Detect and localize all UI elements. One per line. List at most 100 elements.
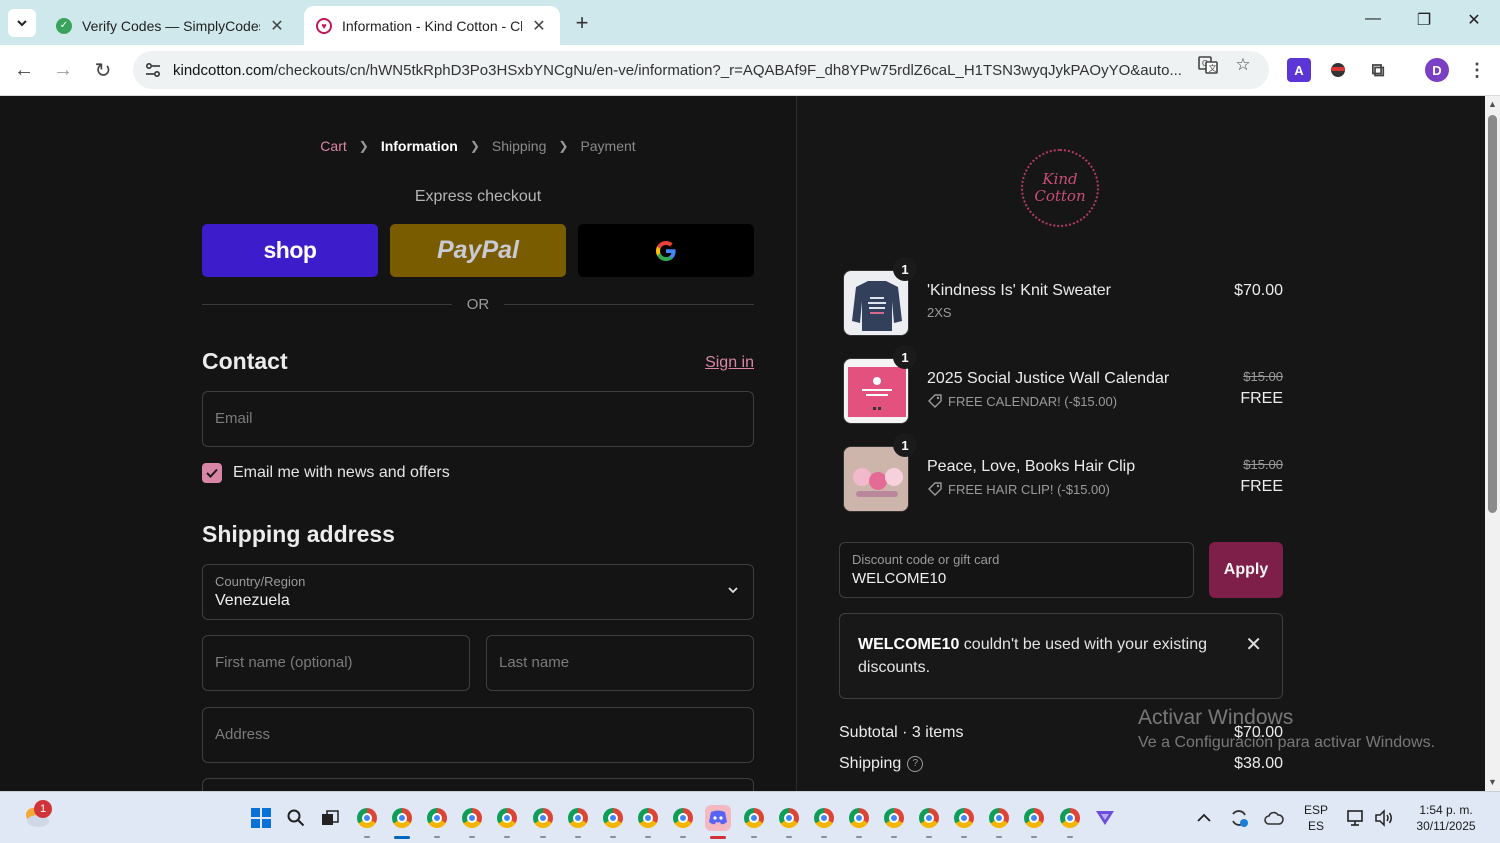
country-select[interactable]: Country/Region Venezuela <box>202 564 754 620</box>
task-view-icon[interactable] <box>317 805 343 831</box>
chrome-taskbar-icon[interactable] <box>741 805 767 831</box>
extension-mask-icon[interactable] <box>1326 58 1350 82</box>
minimize-icon[interactable]: — <box>1358 10 1388 28</box>
help-icon[interactable]: ? <box>907 755 924 772</box>
item-price: FREE <box>1240 390 1283 407</box>
address-bar[interactable]: kindcotton.com/checkouts/cn/hWN5tkRphD3P… <box>133 51 1269 89</box>
profile-avatar[interactable]: D <box>1425 58 1449 82</box>
scroll-down-arrow-icon[interactable]: ▼ <box>1488 777 1497 787</box>
chrome-taskbar-icon[interactable] <box>811 805 837 831</box>
tab-simplycodes[interactable]: ✓ Verify Codes — SimplyCodes ✕ <box>44 6 298 45</box>
kind-cotton-logo[interactable]: Kind Cotton <box>1021 149 1099 227</box>
chrome-taskbar-icon[interactable] <box>1021 805 1047 831</box>
network-icon[interactable] <box>1343 805 1369 831</box>
chrome-taskbar-icon[interactable] <box>459 805 485 831</box>
restore-icon[interactable]: ❐ <box>1409 10 1439 30</box>
running-indicator <box>434 836 440 838</box>
page-scrollbar[interactable]: ▲ ▼ <box>1485 96 1500 791</box>
close-window-icon[interactable]: ✕ <box>1459 10 1489 30</box>
newsletter-checkbox-row[interactable]: Email me with news and offers <box>202 463 450 483</box>
chrome-taskbar-icon[interactable] <box>424 805 450 831</box>
last-name-field[interactable]: Last name <box>486 635 754 691</box>
chrome-taskbar-icon[interactable] <box>600 805 626 831</box>
onedrive-cloud-icon[interactable] <box>1261 805 1287 831</box>
chrome-taskbar-icon[interactable] <box>846 805 872 831</box>
breadcrumb-cart[interactable]: Cart <box>320 138 346 154</box>
country-value: Venezuela <box>215 592 290 609</box>
scroll-up-arrow-icon[interactable]: ▲ <box>1488 99 1497 109</box>
email-field[interactable]: Email <box>202 391 754 447</box>
scrollbar-thumb[interactable] <box>1488 115 1497 513</box>
chrome-taskbar-icon[interactable] <box>916 805 942 831</box>
running-indicator <box>821 836 827 838</box>
or-label: OR <box>466 296 490 313</box>
apartment-field[interactable] <box>202 778 754 791</box>
item-name: 2025 Social Justice Wall Calendar <box>927 370 1170 387</box>
translate-icon[interactable]: G文 <box>1197 54 1219 76</box>
reload-icon[interactable]: ↻ <box>90 57 116 83</box>
chrome-taskbar-icon[interactable] <box>776 805 802 831</box>
discount-error-alert: WELCOME10 couldn't be used with your exi… <box>839 613 1283 699</box>
chrome-taskbar-icon[interactable] <box>881 805 907 831</box>
search-icon[interactable] <box>283 805 309 831</box>
apply-discount-button[interactable]: Apply <box>1209 542 1283 598</box>
language-indicator[interactable]: ESP ES <box>1300 802 1332 834</box>
chrome-taskbar-icon[interactable] <box>951 805 977 831</box>
divider-line <box>202 304 452 305</box>
sync-icon[interactable] <box>1226 805 1252 831</box>
chevron-right-icon: ❯ <box>558 139 569 153</box>
item-name: 'Kindness Is' Knit Sweater <box>927 282 1111 299</box>
tag-icon <box>928 482 942 496</box>
chrome-taskbar-icon[interactable] <box>530 805 556 831</box>
running-indicator <box>1067 836 1073 838</box>
paypal-button[interactable]: PayPal <box>390 224 566 277</box>
url-host: kindcotton.com <box>173 61 274 79</box>
close-tab-icon[interactable]: ✕ <box>268 16 286 36</box>
chrome-taskbar-icon[interactable] <box>670 805 696 831</box>
running-indicator <box>1031 836 1037 838</box>
chrome-taskbar-icon[interactable] <box>1057 805 1083 831</box>
vpn-taskbar-icon[interactable] <box>1092 805 1118 831</box>
subtotal-label: Subtotal · 3 items <box>839 724 964 741</box>
site-settings-icon[interactable] <box>143 60 163 80</box>
chrome-taskbar-icon[interactable] <box>565 805 591 831</box>
close-icon[interactable]: ✕ <box>1245 632 1262 657</box>
extensions-puzzle-icon[interactable]: ⧉ <box>1366 58 1390 82</box>
browser-menu-icon[interactable]: ⋮ <box>1465 58 1489 82</box>
breadcrumb: Cart ❯ Information ❯ Shipping ❯ Payment <box>202 138 754 154</box>
new-tab-icon[interactable]: + <box>570 10 594 36</box>
clock[interactable]: 1:54 p. m. 30/11/2025 <box>1405 802 1487 834</box>
chrome-taskbar-icon[interactable] <box>635 805 661 831</box>
address-field[interactable]: Address <box>202 707 754 763</box>
checkmark-icon <box>206 468 218 478</box>
bookmark-star-icon[interactable]: ☆ <box>1232 54 1254 76</box>
discount-code-field[interactable]: Discount code or gift card WELCOME10 <box>839 542 1194 598</box>
extension-a-icon[interactable]: A <box>1287 58 1311 82</box>
sign-in-link[interactable]: Sign in <box>680 354 754 372</box>
chrome-taskbar-icon[interactable] <box>494 805 520 831</box>
forward-arrow-icon[interactable]: → <box>50 57 76 83</box>
running-indicator <box>961 836 967 838</box>
chrome-taskbar-icon[interactable] <box>354 805 380 831</box>
country-label: Country/Region <box>215 574 306 589</box>
windows-start-icon[interactable] <box>248 805 274 831</box>
checkout-page: Cart ❯ Information ❯ Shipping ❯ Payment … <box>0 96 1485 791</box>
tab-kindcotton[interactable]: ♥ Information - Kind Cotton - Checkout ✕ <box>304 6 560 45</box>
close-tab-icon[interactable]: ✕ <box>530 16 548 36</box>
volume-icon[interactable] <box>1371 805 1397 831</box>
logo-line-2: Cotton <box>1034 187 1086 205</box>
first-name-field[interactable]: First name (optional) <box>202 635 470 691</box>
running-indicator <box>645 836 651 838</box>
simplycodes-favicon-icon: ✓ <box>56 17 72 34</box>
discord-taskbar-icon[interactable] <box>705 805 731 831</box>
chrome-taskbar-icon[interactable] <box>986 805 1012 831</box>
svg-text:文: 文 <box>1209 63 1217 73</box>
back-arrow-icon[interactable]: ← <box>11 57 37 83</box>
browser-tab-bar: ✓ Verify Codes — SimplyCodes ✕ ♥ Informa… <box>0 0 1500 45</box>
shop-pay-button[interactable]: shop <box>202 224 378 277</box>
google-pay-button[interactable] <box>578 224 754 277</box>
tab-search-button[interactable] <box>8 9 36 37</box>
chevron-up-icon[interactable] <box>1191 805 1217 831</box>
newsletter-checkbox[interactable] <box>202 463 222 483</box>
chrome-taskbar-icon[interactable] <box>389 805 415 831</box>
